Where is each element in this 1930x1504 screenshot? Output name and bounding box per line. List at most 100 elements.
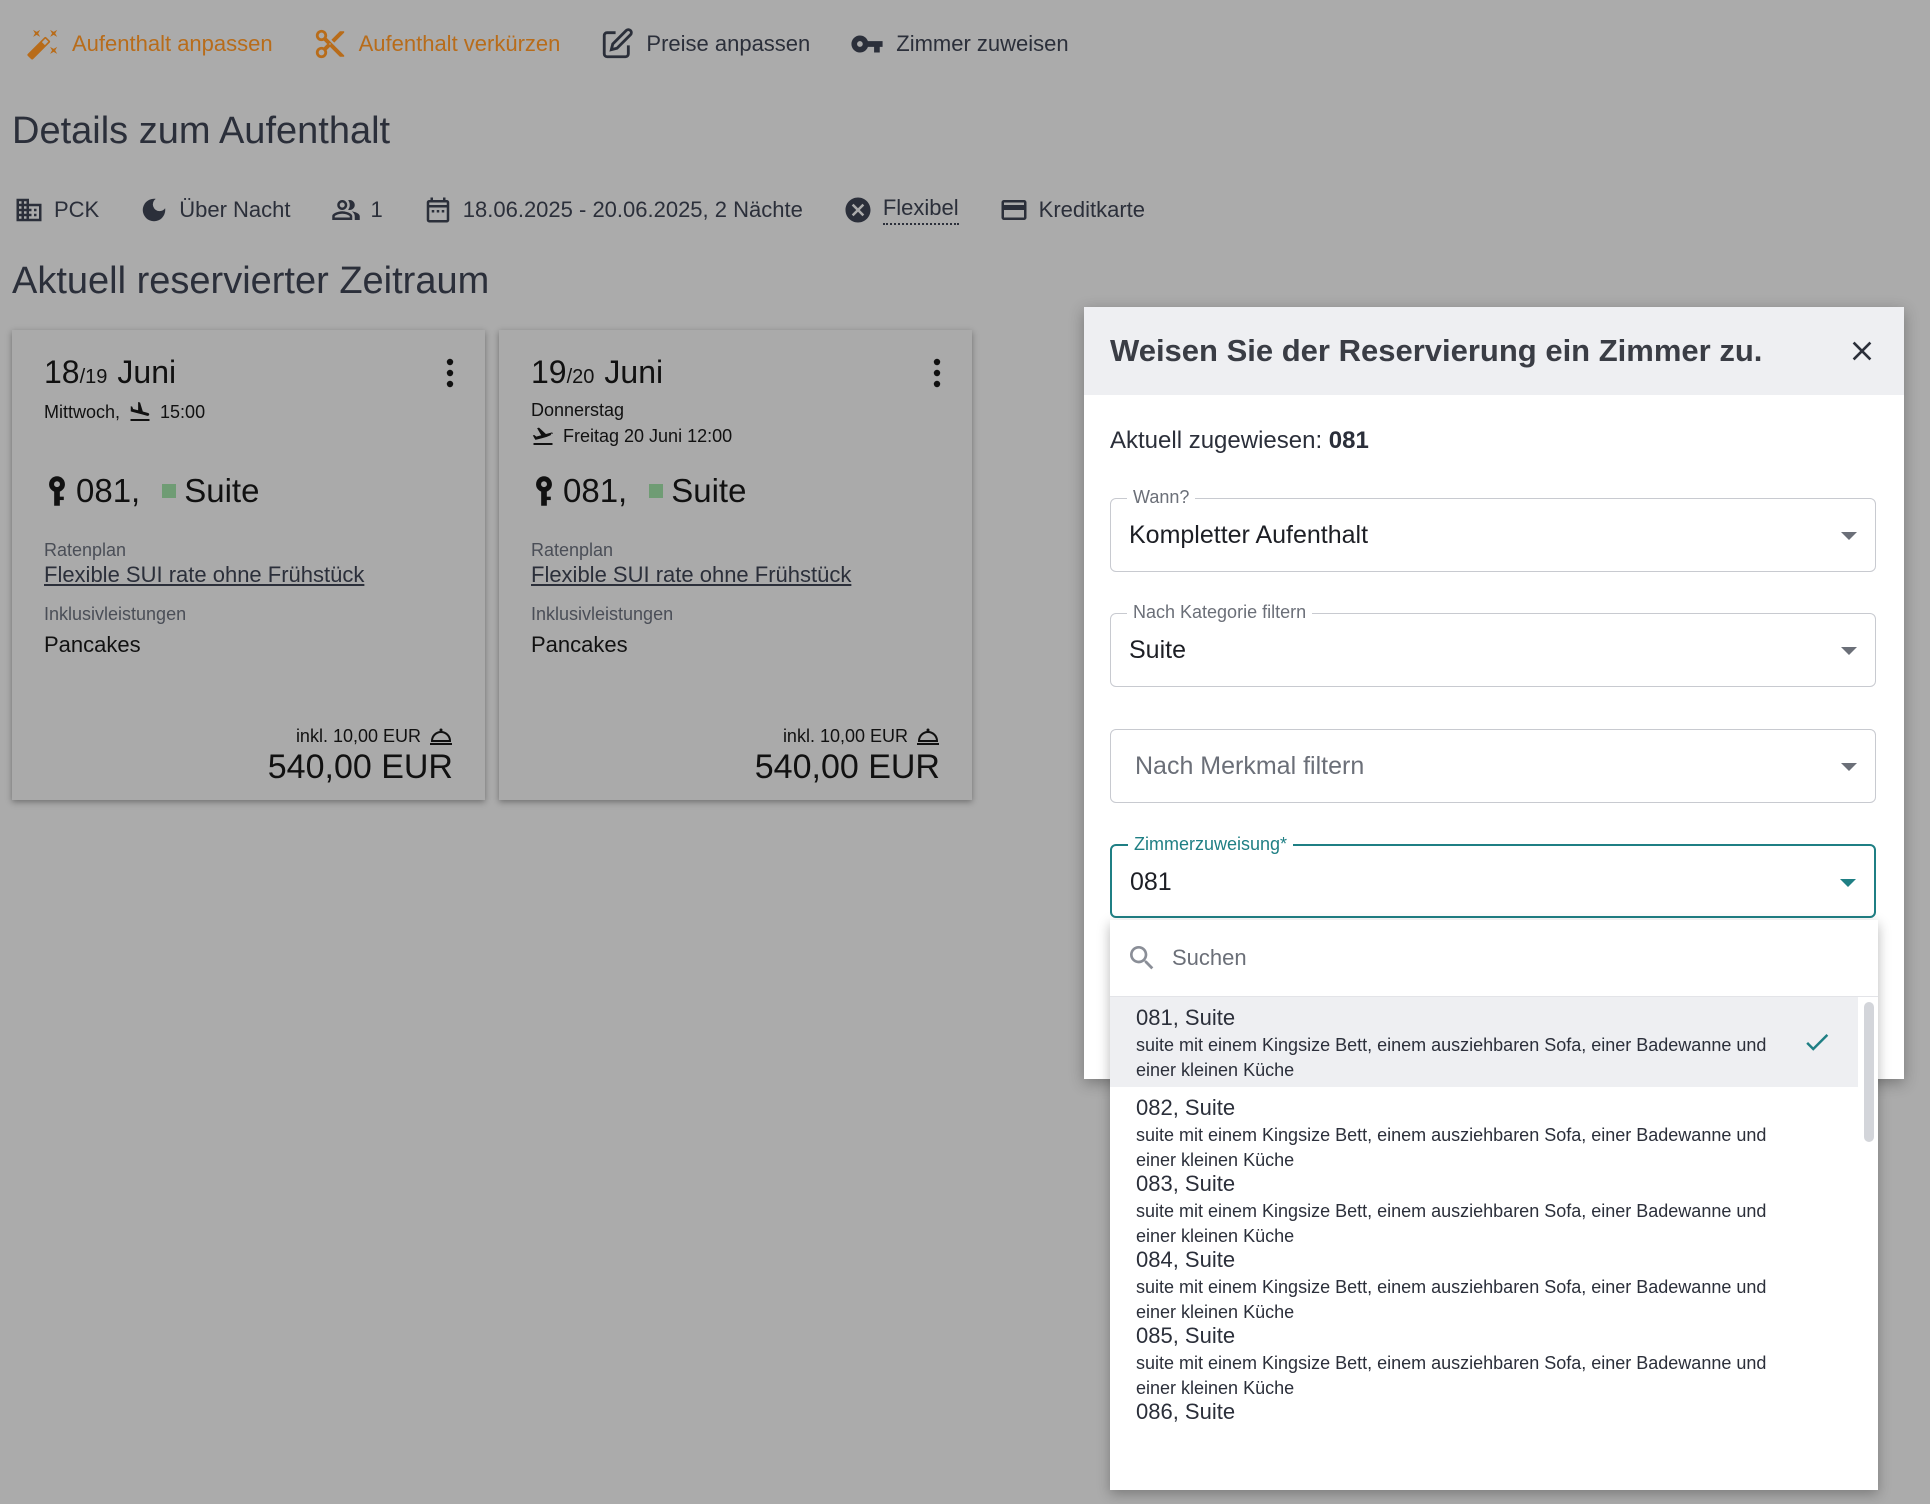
room-option[interactable]: 083, Suite suite mit einem Kingsize Bett… [1110, 1163, 1858, 1246]
room-option[interactable]: 086, Suite [1110, 1391, 1858, 1467]
cancel-circle-icon [845, 197, 871, 223]
plane-takeoff-icon [532, 427, 554, 445]
arrival-time: 15:00 [160, 401, 206, 422]
adjust-prices-button[interactable]: Preise anpassen [600, 27, 810, 61]
chevron-down-icon [1841, 647, 1857, 655]
day-price: 540,00 EUR [267, 748, 453, 786]
weekday-info: Donnerstag [531, 400, 624, 421]
next-day-number: /20 [566, 366, 595, 388]
day-card: 18/19 Juni Mittwoch, 15:00 081, Suite Rat… [12, 330, 485, 800]
currently-assigned: Aktuell zugewiesen: 081 [1110, 427, 1369, 455]
credit-card-icon [1001, 200, 1027, 220]
day-date: 18/19 Juni [44, 354, 176, 391]
scissors-icon [315, 29, 344, 59]
adjust-stay-button[interactable]: Aufenthalt anpassen [26, 27, 273, 61]
payment-detail: Kreditkarte [999, 195, 1145, 225]
category-filter-select[interactable]: Nach Kategorie filtern Suite [1110, 602, 1876, 687]
edit-icon [603, 28, 634, 59]
departure-info: Freitag 20 Juni 12:00 [523, 424, 732, 448]
room-option[interactable]: 085, Suite suite mit einem Kingsize Bett… [1110, 1315, 1858, 1398]
check-icon [1806, 1033, 1829, 1051]
when-select[interactable]: Wann? Kompletter Aufenthalt [1110, 487, 1876, 572]
building-icon [16, 198, 42, 222]
room-assignment: 081, Suite [44, 472, 259, 510]
chevron-down-icon [1841, 532, 1857, 540]
arrival-info: Mittwoch, 15:00 [44, 400, 205, 424]
kebab-menu-icon[interactable] [932, 358, 942, 388]
search-input[interactable] [1170, 944, 1774, 972]
key-icon [851, 35, 883, 53]
next-day-number: /19 [79, 366, 108, 388]
inclusions-label: Inklusivleistungen [531, 604, 674, 624]
included-fee: inkl. 10,00 EUR [783, 725, 940, 747]
moon-icon [143, 198, 166, 222]
room-option[interactable]: 082, Suite suite mit einem Kingsize Bett… [1110, 1087, 1858, 1170]
day-number: 19 [531, 354, 567, 390]
rate-plan-link[interactable]: Flexible SUI rate ohne Frühstück [531, 562, 851, 588]
adjust-prices-label: Preise anpassen [646, 31, 811, 56]
room-option-description: suite mit einem Kingsize Bett, einem aus… [1136, 1035, 1767, 1080]
room-option-name: 081, Suite [1136, 1005, 1236, 1030]
room-assignment: 081, Suite [531, 472, 746, 510]
category-color-marker [162, 484, 177, 498]
stay-details-row: PCK Über Nacht 1 18.06.2025 - 20.06.2025… [14, 192, 1185, 228]
day-number: 18 [44, 354, 80, 390]
cloche-icon [917, 728, 939, 745]
adjust-stay-label: Aufenthalt anpassen [72, 31, 273, 56]
room-option-name: 083, Suite [1136, 1171, 1236, 1196]
weekday: Mittwoch, [44, 401, 121, 422]
when-label: Wann? [1127, 487, 1196, 508]
day-price: 540,00 EUR [754, 748, 940, 786]
property-code: PCK [54, 197, 100, 222]
room-option[interactable]: 081, Suite suite mit einem Kingsize Bett… [1110, 997, 1858, 1087]
room-number: 081, [563, 472, 628, 509]
cloche-icon [430, 728, 452, 745]
when-value: Kompletter Aufenthalt [1129, 521, 1369, 549]
chevron-down-icon [1841, 763, 1857, 771]
room-number: 081, [76, 472, 141, 509]
action-toolbar: Aufenthalt anpassen Aufenthalt verkürzen… [26, 22, 1109, 66]
cancellation-policy[interactable]: Flexibel [882, 195, 959, 225]
assign-room-label: Zimmer zuweisen [896, 31, 1069, 56]
shorten-stay-button[interactable]: Aufenthalt verkürzen [313, 27, 561, 61]
close-icon[interactable] [1846, 335, 1878, 367]
room-option[interactable]: 084, Suite suite mit einem Kingsize Bett… [1110, 1239, 1858, 1322]
day-month: Juni [117, 354, 177, 390]
room-assignment-select[interactable]: Zimmerzuweisung* 081 [1110, 834, 1876, 918]
currently-assigned-value: 081 [1328, 427, 1369, 454]
room-category: Suite [671, 472, 747, 509]
assign-room-button[interactable]: Zimmer zuweisen [850, 27, 1069, 61]
reserved-period-title: Aktuell reservierter Zeitraum [12, 260, 490, 302]
people-icon [331, 200, 360, 220]
room-key-icon [536, 476, 552, 506]
room-category: Suite [184, 472, 260, 509]
plane-landing-icon [130, 402, 150, 421]
cancellation-detail[interactable]: Flexibel [843, 195, 959, 225]
room-dropdown: 081, Suite suite mit einem Kingsize Bett… [1110, 920, 1878, 1490]
included-fee-text: inkl. 10,00 EUR [295, 725, 421, 746]
shorten-stay-label: Aufenthalt verkürzen [358, 31, 561, 56]
dialog-title: Weisen Sie der Reservierung ein Zimmer z… [1110, 333, 1763, 368]
kebab-menu-icon[interactable] [445, 358, 455, 388]
room-option-name: 084, Suite [1136, 1247, 1236, 1272]
room-assignment-label: Zimmerzuweisung* [1128, 834, 1294, 855]
stay-type-detail: Über Nacht [139, 195, 291, 225]
day-date: 19/20 Juni [531, 354, 663, 391]
feature-filter-select[interactable]: Nach Merkmal filtern [1110, 729, 1876, 803]
property-detail: PCK [14, 195, 99, 225]
room-key-icon [49, 476, 65, 506]
departure-text: Freitag 20 Juni 12:00 [563, 425, 733, 446]
guest-count: 1 [370, 197, 383, 222]
guests-detail: 1 [331, 195, 383, 225]
room-option-name: 085, Suite [1136, 1323, 1236, 1348]
room-option-name: 082, Suite [1136, 1095, 1236, 1120]
inclusions-label: Inklusivleistungen [44, 604, 187, 624]
magic-wand-icon [27, 29, 58, 60]
inclusions-value: Pancakes [44, 632, 141, 657]
dropdown-scrollbar[interactable] [1864, 1002, 1874, 1142]
day-month: Juni [604, 354, 664, 390]
category-filter-label: Nach Kategorie filtern [1127, 602, 1313, 623]
rate-plan-link[interactable]: Flexible SUI rate ohne Frühstück [44, 562, 364, 588]
room-option-name: 086, Suite [1136, 1399, 1236, 1424]
room-assignment-value: 081 [1130, 868, 1172, 896]
